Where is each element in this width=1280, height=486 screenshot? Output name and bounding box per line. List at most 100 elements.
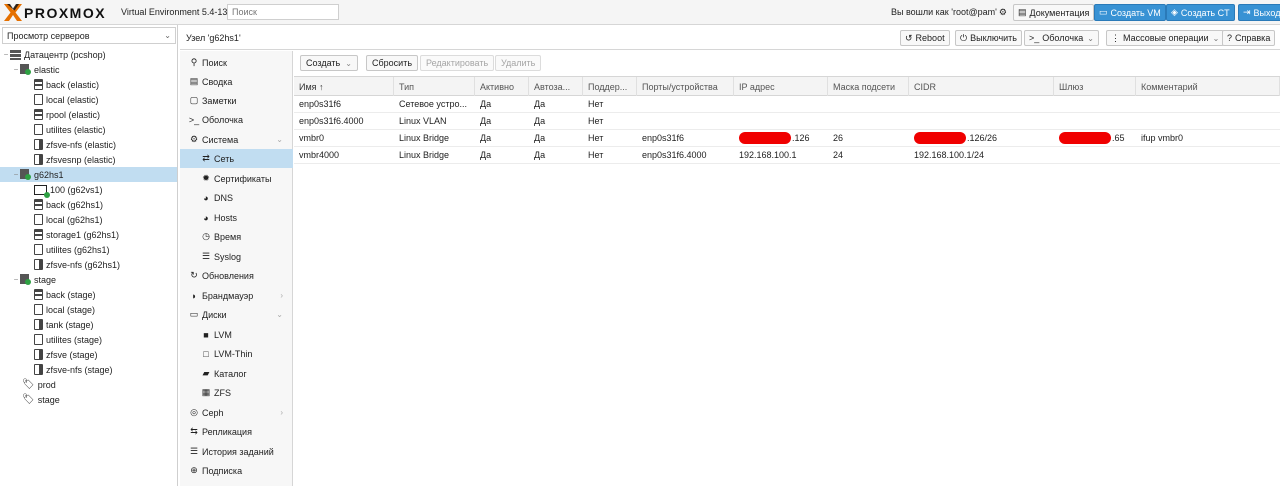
nav-item-subscription[interactable]: ⊕ Подписка xyxy=(180,461,293,480)
cell-ip-suffix: .126 xyxy=(792,133,810,143)
tree-label: zfsve (stage) xyxy=(46,349,98,360)
column-header-ports[interactable]: Порты/устройства xyxy=(637,77,734,96)
nav-item-certificates[interactable]: ✹ Сертификаты xyxy=(180,169,293,188)
nav-item-replication[interactable]: ⇆ Репликация xyxy=(180,422,293,441)
tree-item-storage[interactable]: local (g62hs1) xyxy=(0,212,177,227)
nav-item-system[interactable]: ⚙ Система ⌄ xyxy=(180,130,293,149)
logout-button[interactable]: ⇥ Выход xyxy=(1238,4,1280,21)
column-header-comment[interactable]: Комментарий xyxy=(1136,77,1280,96)
tree-item-storage[interactable]: utilites (stage) xyxy=(0,332,177,347)
column-header-ip[interactable]: IP адрес xyxy=(734,77,828,96)
column-header-cidr[interactable]: CIDR xyxy=(909,77,1054,96)
column-header-type[interactable]: Тип xyxy=(394,77,475,96)
logout-label: Выход xyxy=(1253,7,1280,18)
table-row[interactable]: enp0s31f6.4000 Linux VLAN Да Да Нет xyxy=(294,113,1280,130)
tree-item-storage[interactable]: zfsve-nfs (elastic) xyxy=(0,137,177,152)
column-header-active[interactable]: Активно xyxy=(475,77,529,96)
tree-item-vm[interactable]: 100 (g62vs1) xyxy=(0,182,177,198)
tree-item-storage[interactable]: local (elastic) xyxy=(0,92,177,107)
book-icon: ▤ xyxy=(189,76,199,86)
delete-button[interactable]: Удалить xyxy=(495,55,542,71)
nav-item-updates[interactable]: ↻ Обновления xyxy=(180,266,293,285)
nav-item-hosts[interactable]: ◕ Hosts xyxy=(180,208,293,227)
column-header-name[interactable]: Имя ↑ xyxy=(294,77,394,96)
create-ct-button[interactable]: ◈ Создать CT xyxy=(1166,4,1235,21)
column-header-vlan-aware[interactable]: Поддер... xyxy=(583,77,637,96)
search-input[interactable] xyxy=(227,4,339,20)
tree-item-storage[interactable]: back (g62hs1) xyxy=(0,197,177,212)
bulk-actions-button[interactable]: ⋮ Массовые операции ⌄ xyxy=(1106,30,1225,46)
tree-item-storage[interactable]: zfsve (stage) xyxy=(0,347,177,362)
nav-item-zfs[interactable]: ▦ ZFS xyxy=(180,383,293,402)
table-row[interactable]: vmbr0 Linux Bridge Да Да Нет enp0s31f6 .… xyxy=(294,130,1280,147)
cell-vlan-aware: Нет xyxy=(588,116,604,126)
cell-cidr: 192.168.100.1/24 xyxy=(914,150,985,160)
server-view-select[interactable]: Просмотр серверов ⌄ xyxy=(2,27,176,44)
cell-type: Linux Bridge xyxy=(399,133,450,143)
cell-ports: enp0s31f6.4000 xyxy=(642,150,707,160)
column-header-mask[interactable]: Маска подсети xyxy=(828,77,909,96)
nav-item-time[interactable]: ◷ Время xyxy=(180,227,293,246)
nav-item-lvm-thin[interactable]: □ LVM-Thin xyxy=(180,344,293,363)
tree-item-storage[interactable]: utilites (g62hs1) xyxy=(0,242,177,257)
user-menu[interactable]: Вы вошли как 'root@pam' ⚙ xyxy=(891,7,1007,18)
tree-item-storage[interactable]: tank (stage) xyxy=(0,317,177,332)
column-header-gateway[interactable]: Шлюз xyxy=(1054,77,1136,96)
search-icon: ⚲ xyxy=(190,57,198,67)
nav-item-disks[interactable]: ▭ Диски ⌄ xyxy=(180,305,293,324)
create-vm-button[interactable]: ▭ Создать VM xyxy=(1094,4,1166,21)
tree-item-node-selected[interactable]: − g62hs1 xyxy=(0,167,177,182)
nav-label: Время xyxy=(214,231,242,242)
grid-toolbar: Создать ⌄ Сбросить Редактировать Удалить xyxy=(294,51,1280,75)
nav-item-network[interactable]: ⇄ Сеть xyxy=(180,149,293,168)
nav-item-lvm[interactable]: ■ LVM xyxy=(180,325,293,344)
tree-item-node[interactable]: − elastic xyxy=(0,62,177,77)
docs-button[interactable]: ▤ Документация xyxy=(1013,4,1095,21)
tree-item-storage[interactable]: storage1 (g62hs1) xyxy=(0,227,177,242)
column-header-autostart[interactable]: Автоза... xyxy=(529,77,583,96)
nav-item-search[interactable]: ⚲ Поиск xyxy=(180,53,293,72)
tree-item-datacenter[interactable]: − Датацентр (pcshop) xyxy=(0,47,177,62)
tree-item-node[interactable]: − stage xyxy=(0,272,177,287)
table-row[interactable]: vmbr4000 Linux Bridge Да Да Нет enp0s31f… xyxy=(294,147,1280,164)
storage-icon xyxy=(34,139,43,150)
tree-label: prod xyxy=(37,379,56,390)
proxmox-logo[interactable]: PROXMOX xyxy=(4,4,106,21)
edit-button[interactable]: Редактировать xyxy=(420,55,495,71)
nav-item-task-history[interactable]: ☰ История заданий xyxy=(180,442,293,461)
shell-button[interactable]: >_ Оболочка ⌄ xyxy=(1024,30,1099,46)
reboot-button[interactable]: ↺ Reboot xyxy=(900,30,950,46)
nav-item-dns[interactable]: ◕ DNS xyxy=(180,188,293,207)
tree-item-pool[interactable]: 🏷 prod xyxy=(0,377,177,392)
tree-item-storage[interactable]: back (elastic) xyxy=(0,77,177,92)
nav-item-shell[interactable]: >_ Оболочка xyxy=(180,110,293,129)
tree-item-pool[interactable]: 🏷 stage xyxy=(0,392,177,407)
cell-cidr-suffix: .126/26 xyxy=(967,133,998,143)
nav-item-syslog[interactable]: ☰ Syslog xyxy=(180,247,293,266)
nav-item-summary[interactable]: ▤ Сводка xyxy=(180,72,293,91)
cell-ip xyxy=(734,96,828,112)
nav-item-ceph[interactable]: ◎ Ceph › xyxy=(180,403,293,422)
help-button[interactable]: ? Справка xyxy=(1222,30,1276,46)
reset-button[interactable]: Сбросить xyxy=(366,55,419,71)
square-outline-icon: □ xyxy=(203,348,209,359)
create-button[interactable]: Создать ⌄ xyxy=(300,55,358,71)
tree-item-storage[interactable]: local (stage) xyxy=(0,302,177,317)
nav-item-directory[interactable]: ▰ Каталог xyxy=(180,364,293,383)
book-icon: ▤ xyxy=(1018,7,1027,17)
question-icon: ? xyxy=(1227,33,1233,43)
table-row[interactable]: enp0s31f6 Сетевое устро... Да Да Нет xyxy=(294,96,1280,113)
nav-item-notes[interactable]: ▢ Заметки xyxy=(180,91,293,110)
shutdown-button[interactable]: ⏻ Выключить xyxy=(955,30,1022,46)
tree-label: local (elastic) xyxy=(46,94,99,105)
cell-active: Да xyxy=(480,99,492,109)
nav-label: Диски xyxy=(202,309,227,320)
tree-item-storage[interactable]: zfsve-nfs (stage) xyxy=(0,362,177,377)
tree-item-storage[interactable]: zfsvesnp (elastic) xyxy=(0,152,177,167)
tree-item-storage[interactable]: utilites (elastic) xyxy=(0,122,177,137)
tree-item-storage[interactable]: rpool (elastic) xyxy=(0,107,177,122)
tree-item-storage[interactable]: back (stage) xyxy=(0,287,177,302)
nav-item-firewall[interactable]: ◗ Брандмауэр › xyxy=(180,286,293,305)
tree-item-storage[interactable]: zfsve-nfs (g62hs1) xyxy=(0,257,177,272)
storage-icon xyxy=(34,364,43,375)
